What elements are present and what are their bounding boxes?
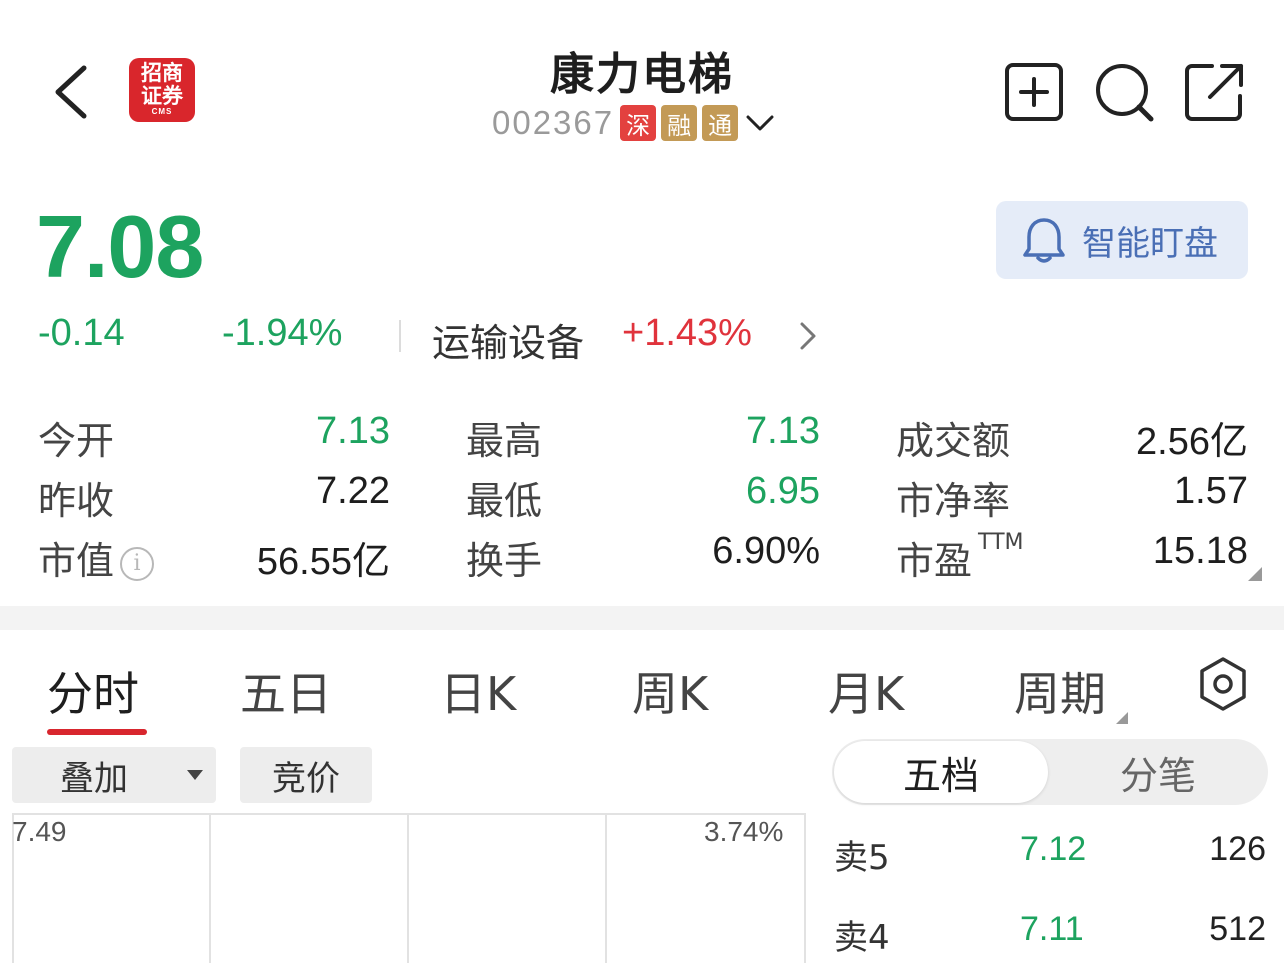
pe-ttm-suffix: TTM bbox=[978, 530, 1024, 555]
chart-grid-line bbox=[605, 813, 607, 963]
stock-code-row[interactable]: 002367 深 融 通 bbox=[492, 104, 775, 142]
turnover-rate-value: 6.90% bbox=[712, 530, 820, 572]
pe-label: 市盈 bbox=[896, 539, 973, 583]
bell-icon bbox=[1023, 218, 1065, 263]
auction-button[interactable]: 竞价 bbox=[240, 747, 372, 803]
smart-watch-label: 智能盯盘 bbox=[1082, 223, 1218, 264]
ask5-label: 卖5 bbox=[834, 838, 890, 878]
add-watchlist-button[interactable] bbox=[1004, 62, 1064, 122]
high-value: 7.13 bbox=[746, 410, 820, 452]
logo-sub: CMS bbox=[151, 107, 173, 116]
turnover-amount-label: 成交额 bbox=[896, 419, 1011, 463]
tab-daily-k[interactable]: 日K bbox=[440, 658, 516, 724]
sector-change[interactable]: +1.43% bbox=[622, 312, 752, 355]
turnover-rate-label: 换手 bbox=[466, 539, 543, 583]
prev-close-value: 7.22 bbox=[316, 470, 390, 512]
low-value: 6.95 bbox=[746, 470, 820, 512]
sector-chevron-right-icon[interactable] bbox=[798, 320, 818, 356]
pb-label: 市净率 bbox=[896, 479, 1011, 523]
current-price: 7.08 bbox=[36, 197, 204, 296]
price-change-pct: -1.94% bbox=[222, 312, 343, 354]
pe-label-wrap[interactable]: 市盈 TTM bbox=[896, 530, 1024, 585]
market-cap-value: 56.55亿 bbox=[256, 541, 390, 583]
active-tab-indicator bbox=[47, 729, 147, 735]
chart-settings-button[interactable] bbox=[1198, 656, 1248, 716]
smart-watch-button[interactable]: 智能盯盘 bbox=[996, 201, 1248, 279]
tab-monthly-k[interactable]: 月K bbox=[828, 658, 904, 724]
ask4-volume: 512 bbox=[1209, 910, 1266, 948]
sector-name[interactable]: 运输设备 bbox=[432, 312, 584, 367]
market-cap-label: 市值 bbox=[38, 539, 115, 583]
low-label: 最低 bbox=[466, 479, 543, 523]
pe-value: 15.18 bbox=[1152, 530, 1248, 572]
open-value: 7.13 bbox=[316, 410, 390, 452]
search-icon bbox=[1096, 64, 1154, 122]
chart-top-pct-label: 3.74% bbox=[704, 816, 784, 847]
tag-shen: 深 bbox=[620, 105, 657, 141]
high-label: 最高 bbox=[466, 419, 543, 463]
share-icon bbox=[1185, 64, 1243, 121]
chart-grid-line bbox=[209, 813, 211, 963]
intraday-chart[interactable] bbox=[12, 813, 806, 963]
stock-name: 康力电梯 bbox=[550, 49, 734, 100]
chart-top-price-label: 7.49 bbox=[12, 816, 67, 847]
share-button[interactable] bbox=[1184, 62, 1244, 122]
tab-period[interactable]: 周期 bbox=[1014, 658, 1106, 724]
tab-five-day[interactable]: 五日 bbox=[240, 658, 332, 724]
segment-ticks[interactable]: 分笔 bbox=[1050, 741, 1266, 803]
overlay-label: 叠加 bbox=[60, 758, 128, 799]
tag-tong: 通 bbox=[702, 105, 739, 141]
ask4-label: 卖4 bbox=[834, 918, 890, 958]
add-watchlist-icon bbox=[1005, 63, 1063, 121]
divider bbox=[399, 320, 401, 352]
turnover-amount-value: 2.56亿 bbox=[1136, 421, 1248, 463]
tag-rong: 融 bbox=[661, 105, 698, 141]
chevron-down-icon[interactable] bbox=[745, 113, 775, 133]
settings-hexagon-icon bbox=[1200, 657, 1246, 711]
overlay-dropdown[interactable]: 叠加 bbox=[12, 747, 216, 803]
market-cap-label-wrap[interactable]: 市值 i bbox=[38, 530, 155, 585]
search-button[interactable] bbox=[1094, 62, 1154, 122]
ask5-volume: 126 bbox=[1209, 830, 1266, 868]
tab-weekly-k[interactable]: 周K bbox=[632, 658, 708, 724]
caret-down-icon bbox=[187, 770, 203, 780]
expand-corner-icon[interactable] bbox=[1248, 567, 1262, 581]
price-change: -0.14 bbox=[38, 312, 125, 354]
prev-close-label: 昨收 bbox=[38, 479, 115, 523]
open-label: 今开 bbox=[38, 419, 115, 463]
period-dropdown-icon[interactable] bbox=[1116, 712, 1128, 724]
ask4-price: 7.11 bbox=[1020, 910, 1084, 948]
stock-code: 002367 bbox=[492, 104, 615, 141]
pb-value: 1.57 bbox=[1174, 470, 1248, 512]
ask5-price: 7.12 bbox=[1020, 830, 1087, 868]
info-icon[interactable]: i bbox=[120, 546, 155, 581]
section-divider bbox=[0, 606, 1284, 630]
chart-grid-line bbox=[407, 813, 409, 963]
tab-intraday[interactable]: 分时 bbox=[47, 658, 139, 724]
segment-five-levels[interactable]: 五档 bbox=[834, 741, 1048, 803]
